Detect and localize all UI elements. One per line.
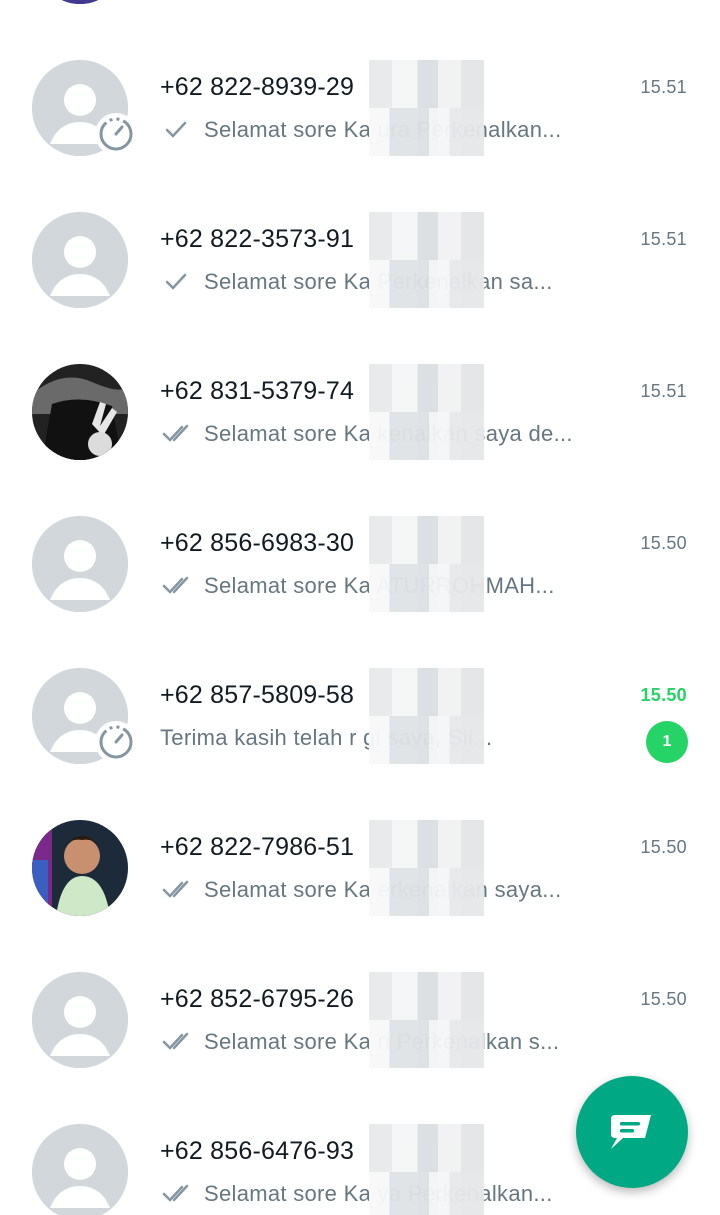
default-avatar-icon	[32, 212, 128, 308]
message-time: 15.50	[640, 533, 687, 553]
single-tick-icon	[165, 273, 187, 290]
avatar	[32, 972, 128, 1068]
chat-row[interactable]: +62 822-7986-51 15.50 Selamat sore Ka er…	[0, 820, 720, 972]
avatar-photo	[32, 364, 128, 460]
avatar	[32, 1124, 128, 1215]
profile-photo	[32, 820, 128, 916]
default-avatar-icon	[32, 516, 128, 612]
new-chat-icon	[611, 1115, 651, 1149]
double-tick-icon	[162, 1184, 189, 1202]
chat-row[interactable]: +62 856-6983-30 15.50 Selamat sore Ka AT…	[0, 516, 720, 668]
scheduled-icon	[95, 113, 137, 155]
redaction-blur	[369, 1124, 484, 1215]
default-avatar-icon	[32, 972, 128, 1068]
scheduled-icon	[95, 721, 137, 763]
new-chat-button[interactable]	[576, 1076, 688, 1188]
redaction-blur	[369, 516, 484, 612]
double-tick-icon	[162, 576, 189, 594]
message-time: 15.51	[640, 77, 687, 97]
redaction-blur	[369, 820, 484, 916]
single-tick-icon	[165, 121, 187, 138]
avatar	[32, 212, 128, 308]
redaction-blur	[369, 364, 484, 460]
message-time: 15.51	[640, 381, 687, 401]
chat-row[interactable]: +62 857-5809-58 15.50 Terima kasih telah…	[0, 668, 720, 820]
redaction-blur	[369, 972, 484, 1068]
avatar	[32, 516, 128, 612]
double-tick-icon	[162, 424, 189, 442]
default-avatar-icon	[32, 1124, 128, 1215]
message-time: 15.50	[640, 685, 687, 705]
chat-list: +62 822-8939-29 15.51 Selamat sore Ka ur…	[0, 0, 720, 1215]
profile-photo	[32, 364, 128, 460]
double-tick-icon	[162, 1032, 189, 1050]
chat-row[interactable]: +62 822-3573-91 15.51 Selamat sore Ka Pe…	[0, 212, 720, 364]
chat-row[interactable]: +62 831-5379-74 15.51 Selamat sore Ka ke…	[0, 364, 720, 516]
double-tick-icon	[162, 880, 189, 898]
unread-count-badge: 1	[646, 721, 688, 763]
redaction-blur	[369, 668, 484, 764]
avatar-photo	[32, 820, 128, 916]
message-time: 15.51	[640, 229, 687, 249]
chat-row[interactable]: +62 822-8939-29 15.51 Selamat sore Ka ur…	[0, 60, 720, 212]
redaction-blur	[369, 212, 484, 308]
message-time: 15.50	[640, 989, 687, 1009]
message-time: 15.50	[640, 837, 687, 857]
redaction-blur	[369, 60, 484, 156]
